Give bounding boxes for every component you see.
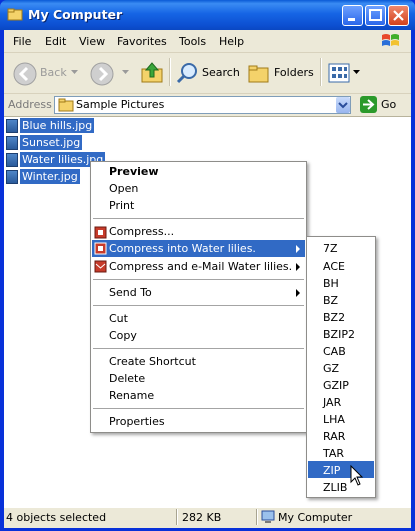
window-title: My Computer [28,7,123,22]
go-arrow-icon [363,99,375,110]
views-dropdown-icon[interactable] [353,70,360,75]
menu-separator [93,408,304,409]
status-size: 282 KB [182,511,222,524]
maximize-icon [369,9,382,21]
submenu-highlight [308,461,374,478]
format-zip[interactable]: ZIP [323,464,340,477]
submenu-arrow-icon [296,263,300,271]
close-icon [393,10,404,21]
menu-item-print[interactable]: Print [109,199,134,212]
image-file-icon [6,136,18,150]
toolbar-separator [169,58,171,86]
menu-separator [93,218,304,219]
format-7z[interactable]: 7Z [323,242,338,255]
minimize-button[interactable] [342,5,363,26]
menu-separator [93,279,304,280]
menu-separator [93,348,304,349]
menu-item-compress-into[interactable]: Compress into Water lilies. [109,242,256,255]
go-button-label[interactable]: Go [381,98,396,111]
menu-item-preview[interactable]: Preview [109,165,159,178]
menu-item-compress-email[interactable]: Compress and e-Mail Water lilies. [109,260,292,273]
folder-icon [58,98,74,112]
back-button-label[interactable]: Back [40,66,67,79]
menu-file[interactable]: File [13,35,31,48]
folders-icon[interactable] [247,61,271,85]
menu-item-open[interactable]: Open [109,182,138,195]
chevron-down-icon [338,102,348,109]
menu-item-compress[interactable]: Compress... [109,225,174,238]
menu-item-cut[interactable]: Cut [109,312,128,325]
up-folder-icon[interactable] [140,61,164,85]
file-name: Blue hills.jpg [20,118,95,133]
status-divider [256,509,258,525]
my-computer-small-icon [261,510,275,523]
file-name: Sunset.jpg [20,135,83,150]
format-bz2[interactable]: BZ2 [323,311,345,324]
format-cab[interactable]: CAB [323,345,346,358]
status-location: My Computer [278,511,353,524]
format-gz[interactable]: GZ [323,362,339,375]
compress-email-icon [94,260,107,273]
minimize-icon [348,18,355,21]
menu-tools[interactable]: Tools [179,35,206,48]
toolbar-separator [320,58,322,86]
format-gzip[interactable]: GZIP [323,379,349,392]
format-rar[interactable]: RAR [323,430,345,443]
menu-separator [93,305,304,306]
submenu-arrow-icon [296,245,300,253]
format-bh[interactable]: BH [323,277,339,290]
menu-edit[interactable]: Edit [45,35,66,48]
menu-item-copy[interactable]: Copy [109,329,137,342]
image-file-icon [6,119,18,133]
folders-button-label[interactable]: Folders [274,66,314,79]
format-bzip2[interactable]: BZIP2 [323,328,355,341]
mouse-cursor-icon [350,465,364,486]
menu-help[interactable]: Help [219,35,244,48]
views-icon[interactable] [328,63,350,83]
format-jar[interactable]: JAR [323,396,341,409]
format-lha[interactable]: LHA [323,413,345,426]
windows-logo-icon [382,34,399,46]
compress-into-icon [94,242,107,255]
menu-item-rename[interactable]: Rename [109,389,154,402]
format-zlib[interactable]: ZLIB [323,481,347,494]
image-file-icon [6,170,18,184]
forward-icon[interactable] [90,62,114,86]
format-ace[interactable]: ACE [323,260,345,273]
menu-favorites[interactable]: Favorites [117,35,167,48]
back-icon[interactable] [13,62,37,86]
submenu-arrow-icon [296,289,300,297]
status-selection-count: 4 objects selected [6,511,107,524]
image-file-icon [6,153,18,167]
menu-item-create-shortcut[interactable]: Create Shortcut [109,355,196,368]
address-label: Address [8,98,52,111]
back-dropdown-icon[interactable] [71,70,78,75]
go-icon[interactable] [360,96,377,113]
my-computer-icon [7,8,23,21]
menu-item-send-to[interactable]: Send To [109,286,152,299]
menu-view[interactable]: View [79,35,105,48]
format-tar[interactable]: TAR [323,447,344,460]
menu-item-properties[interactable]: Properties [109,415,165,428]
status-divider [176,509,178,525]
menu-item-delete[interactable]: Delete [109,372,145,385]
forward-dropdown-icon[interactable] [122,70,129,75]
address-dropdown-button[interactable] [336,97,350,113]
address-value[interactable]: Sample Pictures [76,98,164,111]
search-icon[interactable] [176,61,200,85]
file-name: Winter.jpg [20,169,80,184]
format-bz[interactable]: BZ [323,294,338,307]
maximize-button[interactable] [365,5,386,26]
search-button-label[interactable]: Search [202,66,240,79]
compress-icon [94,226,107,239]
close-button[interactable] [388,5,409,26]
